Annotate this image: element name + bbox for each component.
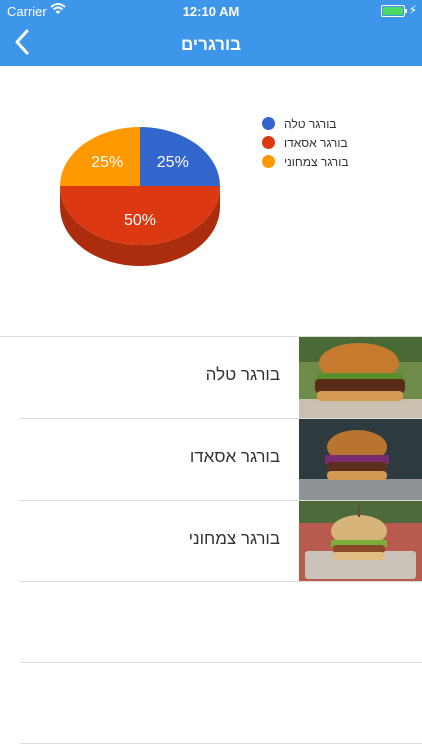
legend-dot bbox=[262, 117, 275, 130]
burger-photo bbox=[299, 337, 422, 418]
legend-label: בורגר אסאדו bbox=[284, 136, 348, 150]
list-item-label: בורגר אסאדו bbox=[189, 447, 280, 466]
divider bbox=[20, 743, 422, 744]
list-item-asado-burger[interactable]: בורגר אסאדו bbox=[0, 419, 422, 500]
pie-slice-label: 25% bbox=[91, 154, 123, 171]
navigation-bar: Carrier 12:10 AM ⚡ בורגרים bbox=[0, 0, 422, 66]
list-item-lamb-burger[interactable]: בורגר טלה bbox=[0, 337, 422, 418]
pie-slice-label: 50% bbox=[124, 212, 156, 229]
legend-dot bbox=[262, 136, 275, 149]
legend-item: בורגר אסאדו bbox=[262, 135, 382, 151]
battery-icon bbox=[381, 5, 407, 17]
list-item-label: בורגר צמחוני bbox=[188, 529, 280, 548]
list-item-vegetarian-burger[interactable]: בורגר צמחוני bbox=[0, 501, 422, 582]
charging-icon: ⚡ bbox=[408, 3, 417, 17]
burger-photo bbox=[299, 419, 422, 500]
legend-dot bbox=[262, 155, 275, 168]
legend-item: בורגר צמחוני bbox=[262, 154, 382, 170]
pie-slice-label: 25% bbox=[157, 154, 189, 171]
legend-label: בורגר טלה bbox=[284, 117, 337, 131]
legend-label: בורגר צמחוני bbox=[284, 155, 349, 169]
divider bbox=[20, 662, 422, 663]
status-bar: Carrier 12:10 AM ⚡ bbox=[0, 0, 422, 22]
burger-photo bbox=[299, 501, 422, 582]
divider bbox=[20, 581, 422, 582]
legend-item: בורגר טלה bbox=[262, 116, 382, 132]
list-item-label: בורגר טלה bbox=[205, 365, 280, 384]
status-time: 12:10 AM bbox=[182, 4, 240, 19]
page-title: בורגרים bbox=[181, 35, 241, 54]
